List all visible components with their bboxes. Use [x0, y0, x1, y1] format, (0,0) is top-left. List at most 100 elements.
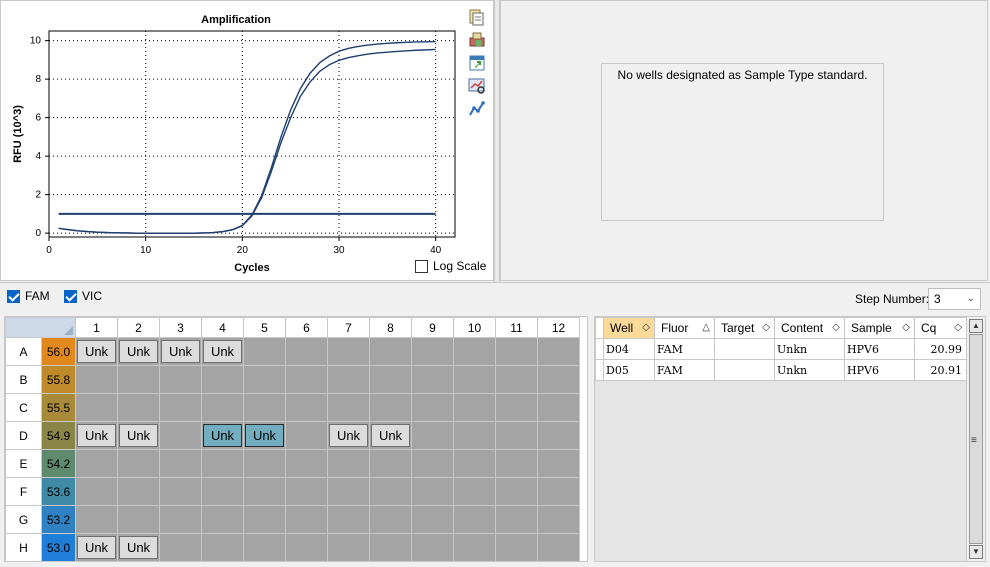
plate-well[interactable] [537, 533, 580, 562]
vic-checkbox[interactable] [64, 289, 77, 303]
plate-row-header[interactable]: C [5, 393, 42, 422]
plate-row-header[interactable]: E [5, 449, 42, 478]
well-content-label[interactable]: Unk [161, 340, 200, 363]
plate-column-header[interactable]: 5 [243, 317, 286, 338]
plate-well[interactable] [327, 337, 370, 366]
plate-well[interactable] [411, 337, 454, 366]
plate-well[interactable] [327, 533, 370, 562]
plate-well[interactable]: Unk [117, 337, 160, 366]
plate-well[interactable] [243, 477, 286, 506]
well-content-label[interactable]: Unk [119, 340, 158, 363]
plate-well[interactable] [495, 449, 538, 478]
plate-column-header[interactable]: 2 [117, 317, 160, 338]
print-icon[interactable] [467, 30, 487, 50]
plate-column-header[interactable]: 12 [537, 317, 580, 338]
plate-well[interactable] [453, 477, 496, 506]
plate-row-header[interactable]: A [5, 337, 42, 366]
plate-column-header[interactable]: 6 [285, 317, 328, 338]
plate-well[interactable] [75, 393, 118, 422]
plate-well[interactable] [285, 337, 328, 366]
plate-well[interactable] [369, 533, 412, 562]
plate-well[interactable]: Unk [201, 421, 244, 450]
results-column-header[interactable]: Sample ◇ [844, 317, 915, 339]
plate-well[interactable] [201, 393, 244, 422]
plate-well[interactable] [243, 337, 286, 366]
scroll-up-icon[interactable]: ▲ [969, 319, 983, 333]
plate-well[interactable] [243, 449, 286, 478]
plate-well[interactable]: Unk [75, 421, 118, 450]
plate-row-header[interactable]: D [5, 421, 42, 450]
sort-icon[interactable]: ◇ [954, 322, 962, 333]
plate-row-header[interactable]: G [5, 505, 42, 534]
plate-well[interactable]: Unk [75, 337, 118, 366]
plate-well[interactable] [411, 533, 454, 562]
plate-well[interactable] [117, 365, 160, 394]
plate-well[interactable] [453, 421, 496, 450]
plate-column-header[interactable]: 9 [411, 317, 454, 338]
plate-well[interactable] [411, 477, 454, 506]
plate-well[interactable]: Unk [159, 337, 202, 366]
plate-well[interactable] [159, 393, 202, 422]
plate-well[interactable] [537, 365, 580, 394]
plate-well[interactable] [537, 505, 580, 534]
well-content-label[interactable]: Unk [77, 340, 116, 363]
well-content-label[interactable]: Unk [119, 424, 158, 447]
plate-column-header[interactable]: 3 [159, 317, 202, 338]
well-content-label[interactable]: Unk [77, 536, 116, 559]
log-scale-toggle[interactable]: Log Scale [415, 259, 486, 273]
plate-well[interactable]: Unk [117, 421, 160, 450]
plate-well[interactable] [495, 477, 538, 506]
plate-row-header[interactable]: B [5, 365, 42, 394]
plate-well[interactable] [285, 505, 328, 534]
plate-well[interactable] [285, 421, 328, 450]
plate-column-header[interactable]: 11 [495, 317, 538, 338]
plate-well[interactable] [159, 477, 202, 506]
plate-well[interactable] [159, 365, 202, 394]
plate-well[interactable] [369, 449, 412, 478]
plate-well[interactable] [369, 505, 412, 534]
plate-column-header[interactable]: 7 [327, 317, 370, 338]
plate-well[interactable] [243, 365, 286, 394]
plate-well[interactable] [327, 477, 370, 506]
well-content-label[interactable]: Unk [245, 424, 284, 447]
plate-well[interactable] [453, 449, 496, 478]
plate-well[interactable]: Unk [117, 533, 160, 562]
plate-well[interactable]: Unk [327, 421, 370, 450]
plate-well[interactable] [117, 449, 160, 478]
zoom-icon[interactable] [467, 76, 487, 96]
plate-well[interactable] [75, 505, 118, 534]
sort-icon[interactable]: ◇ [832, 322, 840, 333]
well-content-label[interactable]: Unk [371, 424, 410, 447]
plate-well[interactable] [75, 365, 118, 394]
plate-row-header[interactable]: H [5, 533, 42, 562]
plate-well[interactable] [159, 449, 202, 478]
plate-well[interactable] [285, 449, 328, 478]
plate-well[interactable] [285, 477, 328, 506]
plate-well[interactable] [537, 421, 580, 450]
plate-well[interactable] [285, 365, 328, 394]
plate-well[interactable] [243, 505, 286, 534]
well-content-label[interactable]: Unk [329, 424, 368, 447]
plate-row-header[interactable]: F [5, 477, 42, 506]
plate-well[interactable] [159, 533, 202, 562]
results-column-header[interactable]: Target ◇ [714, 317, 775, 339]
row-selector[interactable] [595, 359, 604, 381]
plate-well[interactable] [75, 449, 118, 478]
plate-well[interactable] [495, 337, 538, 366]
plate-well[interactable] [327, 505, 370, 534]
plate-well[interactable] [369, 365, 412, 394]
plate-corner[interactable] [5, 317, 76, 338]
plate-well[interactable] [411, 365, 454, 394]
plate-column-header[interactable]: 10 [453, 317, 496, 338]
results-column-header[interactable]: Cq ◇ [914, 317, 967, 339]
scroll-down-icon[interactable]: ▼ [969, 545, 983, 559]
plate-well[interactable] [369, 337, 412, 366]
sort-icon[interactable]: ◇ [762, 322, 770, 333]
plate-well[interactable] [327, 365, 370, 394]
plate-well[interactable] [327, 393, 370, 422]
sort-icon[interactable]: ◇ [902, 322, 910, 333]
copy-icon[interactable] [467, 7, 487, 27]
plate-well[interactable] [327, 449, 370, 478]
plate-well[interactable]: Unk [75, 533, 118, 562]
plate-well[interactable] [411, 505, 454, 534]
